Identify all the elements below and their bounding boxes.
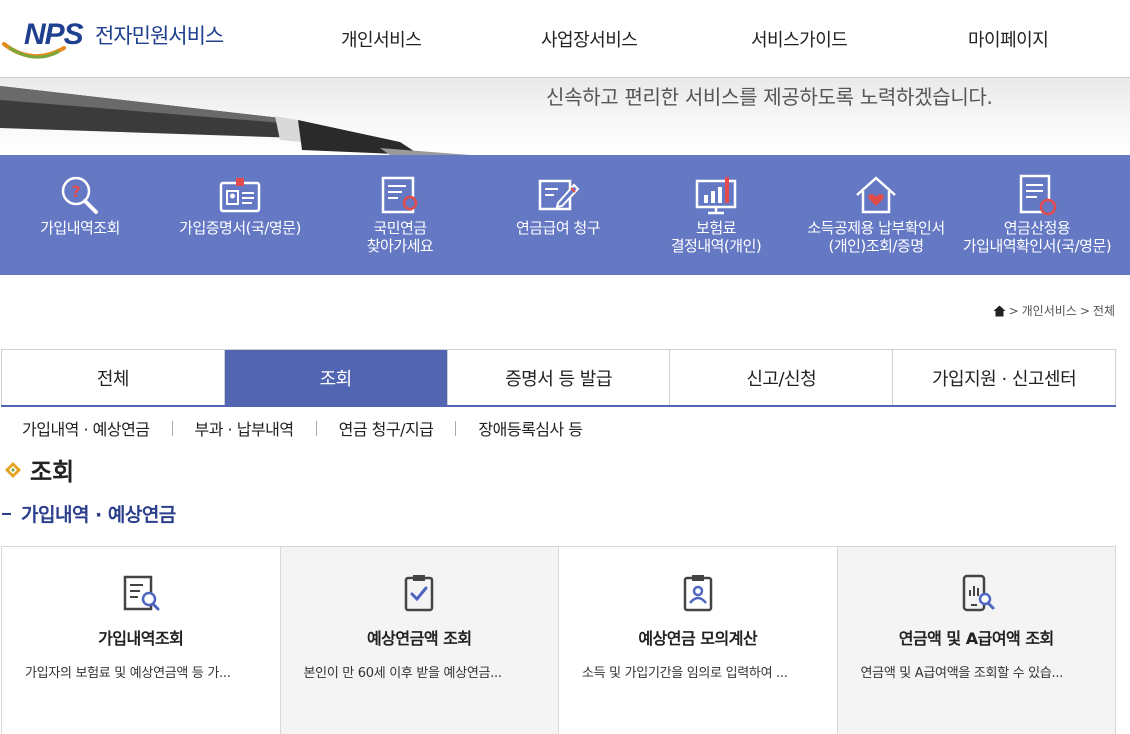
- quick-menu: ? 가입내역조회 가입증명서(국/영문) 국민연금 찾아가세요 연금급여 청구 …: [0, 155, 1130, 275]
- subtab-disability-review[interactable]: 장애등록심사 등: [478, 416, 583, 440]
- quick-item-membership-history[interactable]: ? 가입내역조회: [20, 155, 140, 275]
- section-title-text: 조회: [30, 458, 75, 486]
- logo-text: 전자민원서비스: [95, 24, 224, 48]
- section-title: 조회: [4, 452, 74, 487]
- quick-item-label: 국민연금 찾아가세요: [366, 219, 434, 255]
- breadcrumb: > 개인서비스 > 전체: [993, 302, 1115, 319]
- card-title: 예상연금액 조회: [366, 629, 472, 648]
- quick-item-label: 연금급여 청구: [515, 219, 601, 237]
- category-tabs: 전체 조회 증명서 등 발급 신고/신청 가입지원 · 신고센터: [1, 349, 1116, 407]
- id-card-icon: [219, 178, 261, 213]
- banner-slogan: 신속하고 편리한 서비스를 제공하도록 노력하겠습니다.: [546, 85, 993, 109]
- subtab-membership-expected-pension[interactable]: 가입내역 · 예상연금: [22, 416, 150, 440]
- clipboard-person-icon: [683, 575, 712, 612]
- card-description: 소득 및 가입기간을 임의로 입력하여 ...: [582, 666, 788, 681]
- quick-item-tax-deduction[interactable]: 소득공제용 납부확인서 (개인)조회/증명: [796, 155, 956, 275]
- section-subtitle-text: 가입내역 · 예상연금: [21, 504, 176, 526]
- card-title: 가입내역조회: [98, 629, 184, 648]
- quick-item-label: 보험료 결정내역(개인): [670, 219, 762, 255]
- subtab-pension-claim-payment[interactable]: 연금 청구/지급: [339, 416, 434, 440]
- service-cards: 가입내역조회 가입자의 보험료 및 예상연금액 등 가... 예상연금액 조회 …: [1, 546, 1116, 734]
- magnifier-question-icon: ?: [61, 176, 98, 214]
- quick-item-membership-certificate[interactable]: 가입증명서(국/영문): [170, 155, 310, 275]
- home-icon[interactable]: [993, 305, 1006, 317]
- header: NPS 전자민원서비스 개인서비스 사업장서비스 서비스가이드 마이페이지: [0, 0, 1130, 78]
- breadcrumb-item[interactable]: 개인서비스: [1022, 302, 1077, 319]
- quick-item-pension-calc-certificate[interactable]: 연금산정용 가입내역확인서(국/영문): [954, 155, 1120, 275]
- document-search-icon: [381, 176, 418, 214]
- card-description: 본인이 만 60세 이후 받을 예상연금...: [303, 666, 502, 681]
- clipboard-check-icon: [405, 575, 434, 612]
- nav-service-guide[interactable]: 서비스가이드: [751, 26, 848, 52]
- card-title: 예상연금 모의계산: [638, 629, 758, 648]
- quick-item-find-pension[interactable]: 국민연금 찾아가세요: [340, 155, 460, 275]
- section-subtitle: 가입내역 · 예상연금: [2, 500, 176, 527]
- chevron-right-icon: >: [1008, 303, 1019, 318]
- dash-bullet: [2, 512, 11, 515]
- hero-banner: 신속하고 편리한 서비스를 제공하도록 노력하겠습니다.: [0, 78, 1130, 155]
- quick-item-pension-claim[interactable]: 연금급여 청구: [498, 155, 618, 275]
- subtab-levy-payment[interactable]: 부과 · 납부내역: [195, 416, 295, 440]
- form-pen-icon: [538, 179, 580, 211]
- phone-chart-search-icon: [963, 574, 995, 612]
- monitor-chart-icon: [695, 177, 737, 215]
- divider: [315, 420, 317, 436]
- nav-business-service[interactable]: 사업장서비스: [541, 26, 638, 52]
- divider: [455, 420, 457, 436]
- card-title: 연금액 및 A급여액 조회: [898, 629, 1055, 648]
- diamond-bullet-icon: [5, 461, 21, 478]
- card-membership-history[interactable]: 가입내역조회 가입자의 보험료 및 예상연금액 등 가...: [2, 547, 280, 734]
- quick-item-label: 가입내역조회: [40, 219, 120, 237]
- chevron-right-icon: >: [1079, 303, 1090, 318]
- quick-item-label: 가입증명서(국/영문): [179, 219, 301, 237]
- tab-inquiry[interactable]: 조회: [223, 350, 447, 405]
- fountain-pen-image: [0, 86, 470, 155]
- breadcrumb-item-current[interactable]: 전체: [1093, 302, 1115, 319]
- svg-text:?: ?: [71, 182, 80, 201]
- card-pension-a-benefit[interactable]: 연금액 및 A급여액 조회 연금액 및 A급여액을 조회할 수 있습...: [836, 547, 1115, 734]
- tab-certificate-issue[interactable]: 증명서 등 발급: [446, 350, 670, 405]
- card-pension-simulation[interactable]: 예상연금 모의계산 소득 및 가입기간을 임의로 입력하여 ...: [558, 547, 837, 734]
- card-expected-pension[interactable]: 예상연금액 조회 본인이 만 60세 이후 받을 예상연금...: [279, 547, 558, 734]
- quick-item-label: 소득공제용 납부확인서 (개인)조회/증명: [807, 219, 945, 255]
- tab-support-center[interactable]: 가입지원 · 신고센터: [892, 350, 1116, 405]
- tab-all[interactable]: 전체: [1, 350, 224, 405]
- nps-logo[interactable]: NPS 전자민원서비스: [2, 16, 232, 64]
- sub-tabs: 가입내역 · 예상연금 부과 · 납부내역 연금 청구/지급 장애등록심사 등: [22, 416, 583, 440]
- quick-item-premium-decision[interactable]: 보험료 결정내역(개인): [656, 155, 776, 275]
- document-check-icon: [1019, 174, 1057, 216]
- card-description: 가입자의 보험료 및 예상연금액 등 가...: [25, 666, 231, 681]
- divider: [171, 420, 173, 436]
- card-description: 연금액 및 A급여액을 조회할 수 있습...: [860, 666, 1064, 681]
- logo-mark: NPS: [24, 18, 84, 51]
- quick-item-label: 연금산정용 가입내역확인서(국/영문): [962, 219, 1112, 255]
- document-search-icon: [123, 575, 160, 611]
- house-heart-icon: [856, 176, 896, 214]
- nav-my-page[interactable]: 마이페이지: [968, 26, 1049, 52]
- nav-personal-service[interactable]: 개인서비스: [341, 26, 422, 52]
- tab-report-apply[interactable]: 신고/신청: [669, 350, 893, 405]
